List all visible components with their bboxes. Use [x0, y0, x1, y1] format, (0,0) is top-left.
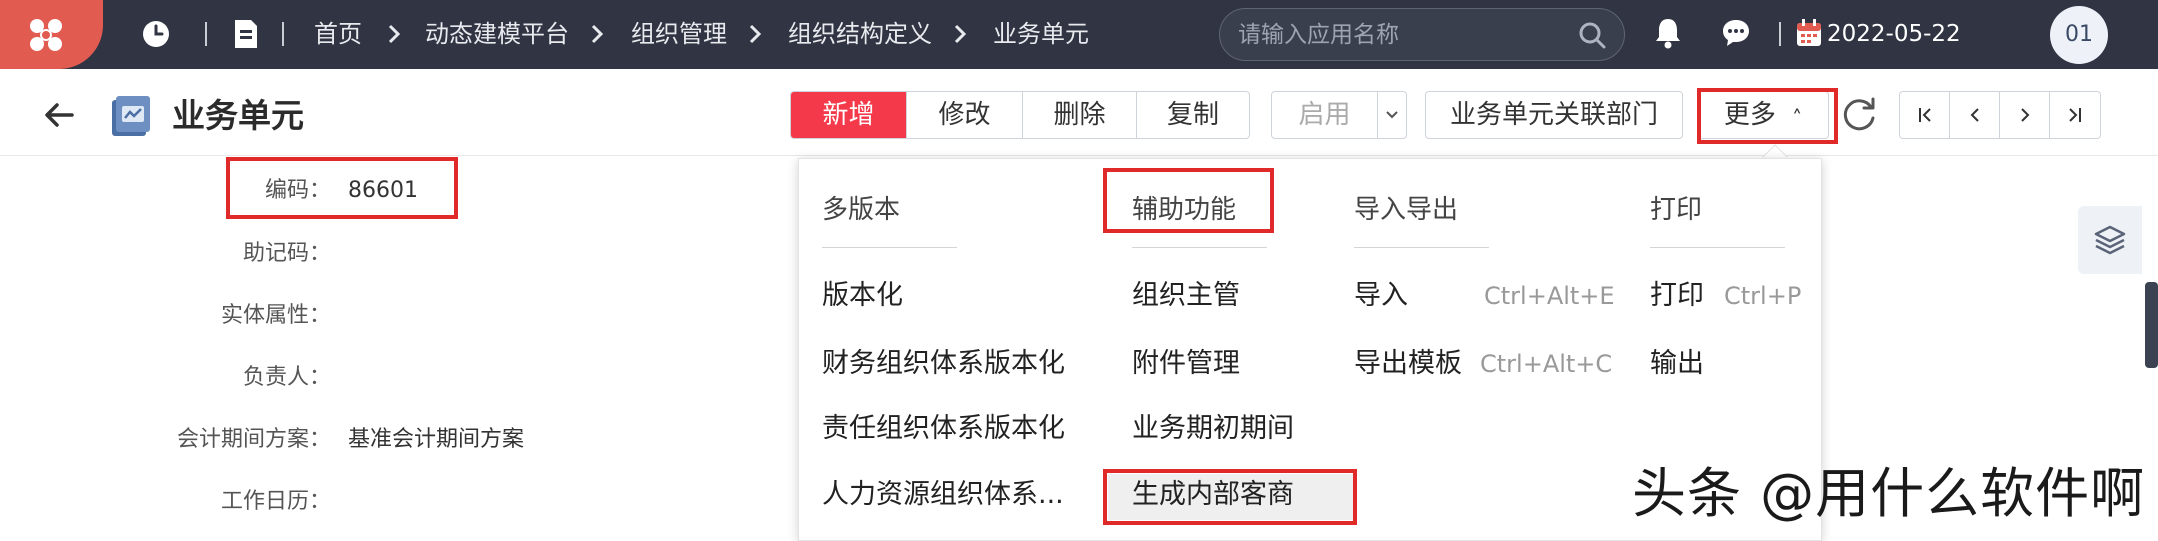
app-logo[interactable]: [0, 0, 103, 69]
divider: [1779, 22, 1781, 46]
field-label-entity-attribute: 实体属性：: [220, 303, 331, 328]
shortcut-export-template: Ctrl+Alt+C: [1480, 350, 1613, 378]
current-date: 2022-05-22: [1827, 21, 1961, 47]
menu-item-responsibility-org-versioning[interactable]: 责任组织体系版本化: [822, 410, 1065, 448]
link-department-button[interactable]: 业务单元关联部门: [1425, 91, 1683, 139]
chevron-down-icon: [1386, 111, 1398, 119]
menu-item-hr-org-versioning[interactable]: 人力资源组织体系...: [822, 476, 1064, 514]
breadcrumb-current[interactable]: 业务单元: [993, 17, 1089, 51]
last-page-icon: [2069, 108, 2081, 122]
more-button-label: 更多: [1723, 100, 1776, 130]
record-pager: [1899, 91, 2101, 139]
shortcut-print: Ctrl+P: [1724, 282, 1802, 310]
more-button[interactable]: 更多 ˄: [1697, 91, 1829, 139]
divider: [282, 22, 284, 46]
watermark-text: 头条 @用什么软件啊: [1632, 462, 2146, 525]
field-value-code[interactable]: 86601: [348, 175, 418, 207]
field-label-code: 编码：: [264, 178, 331, 203]
avatar[interactable]: 01: [2050, 6, 2108, 64]
doc-icon[interactable]: [232, 18, 260, 50]
menu-item-initial-period[interactable]: 业务期初期间: [1132, 410, 1294, 448]
chevron-right-icon: [954, 24, 967, 44]
menu-heading-divider: [822, 247, 957, 248]
menu-heading-divider: [1354, 247, 1489, 248]
calendar-icon: [1797, 19, 1821, 46]
top-nav-bar: 首页 动态建模平台 组织管理 组织结构定义 业务单元 2022-05-22 01: [0, 0, 2158, 69]
menu-item-versioning[interactable]: 版本化: [822, 277, 903, 315]
field-value-accounting-period[interactable]: 基准会计期间方案: [348, 424, 524, 456]
edit-button[interactable]: 修改: [907, 92, 1023, 138]
menu-item-org-supervisor[interactable]: 组织主管: [1132, 277, 1240, 315]
chevron-up-icon: ˄: [1792, 106, 1803, 130]
field-label-owner: 负责人：: [242, 365, 331, 390]
enable-button-group: 启用: [1271, 91, 1407, 139]
chevron-right-icon: [2020, 108, 2029, 122]
menu-item-generate-internal-customer[interactable]: 生成内部客商: [1132, 476, 1294, 514]
divider: [205, 22, 207, 46]
delete-button[interactable]: 删除: [1023, 92, 1137, 138]
page-icon: [112, 96, 150, 136]
layers-icon: [2094, 225, 2126, 255]
field-label-work-calendar: 工作日历：: [220, 489, 331, 514]
back-icon[interactable]: [42, 98, 76, 132]
search-icon[interactable]: [1578, 21, 1606, 49]
field-label-mnemonic: 助记码：: [242, 241, 331, 266]
header-divider: [0, 155, 2158, 156]
menu-heading-multi-version: 多版本: [822, 195, 901, 225]
chevron-left-icon: [1970, 108, 1979, 122]
menu-heading-divider: [1132, 247, 1267, 248]
menu-heading-divider: [1650, 247, 1785, 248]
chat-icon[interactable]: [1720, 17, 1752, 49]
breadcrumb-home[interactable]: 首页: [314, 17, 362, 51]
menu-heading-auxiliary: 辅助功能: [1132, 195, 1237, 225]
breadcrumb-org-structure[interactable]: 组织结构定义: [788, 17, 932, 51]
chevron-right-icon: [388, 24, 401, 44]
action-button-group: 新增 修改 删除 复制: [790, 91, 1250, 139]
chevron-right-icon: [749, 24, 762, 44]
scrollbar-thumb[interactable]: [2145, 282, 2158, 368]
breadcrumb-org-management[interactable]: 组织管理: [631, 17, 727, 51]
refresh-icon[interactable]: [1838, 94, 1880, 136]
bell-icon[interactable]: [1652, 16, 1684, 50]
menu-item-output[interactable]: 输出: [1650, 345, 1704, 383]
enable-dropdown-toggle[interactable]: [1378, 92, 1406, 138]
menu-item-finance-org-versioning[interactable]: 财务组织体系版本化: [822, 345, 1065, 383]
clock-icon[interactable]: [140, 18, 172, 50]
menu-heading-import-export: 导入导出: [1354, 195, 1459, 225]
last-record-button[interactable]: [2050, 92, 2100, 138]
previous-record-button[interactable]: [1950, 92, 2000, 138]
first-record-button[interactable]: [1900, 92, 1950, 138]
enable-button[interactable]: 启用: [1272, 92, 1378, 138]
logo-icon: [30, 19, 62, 51]
breadcrumb-platform[interactable]: 动态建模平台: [425, 17, 569, 51]
shortcut-import: Ctrl+Alt+E: [1484, 282, 1615, 310]
first-page-icon: [1918, 108, 1931, 122]
menu-item-import[interactable]: 导入: [1354, 277, 1408, 315]
field-label-accounting-period: 会计期间方案：: [176, 427, 331, 452]
add-button[interactable]: 新增: [791, 92, 907, 138]
menu-item-export-template[interactable]: 导出模板: [1354, 345, 1462, 383]
highlight-code-field: [226, 157, 458, 219]
app-search[interactable]: [1219, 8, 1625, 61]
chevron-right-icon: [591, 24, 604, 44]
menu-item-print[interactable]: 打印: [1650, 277, 1704, 315]
copy-button[interactable]: 复制: [1137, 92, 1249, 138]
layers-panel-toggle[interactable]: [2078, 206, 2142, 274]
menu-heading-print: 打印: [1650, 195, 1703, 225]
menu-item-attachment-management[interactable]: 附件管理: [1132, 345, 1240, 383]
next-record-button[interactable]: [2000, 92, 2050, 138]
page-title: 业务单元: [172, 96, 304, 135]
search-input[interactable]: [1238, 17, 1558, 53]
